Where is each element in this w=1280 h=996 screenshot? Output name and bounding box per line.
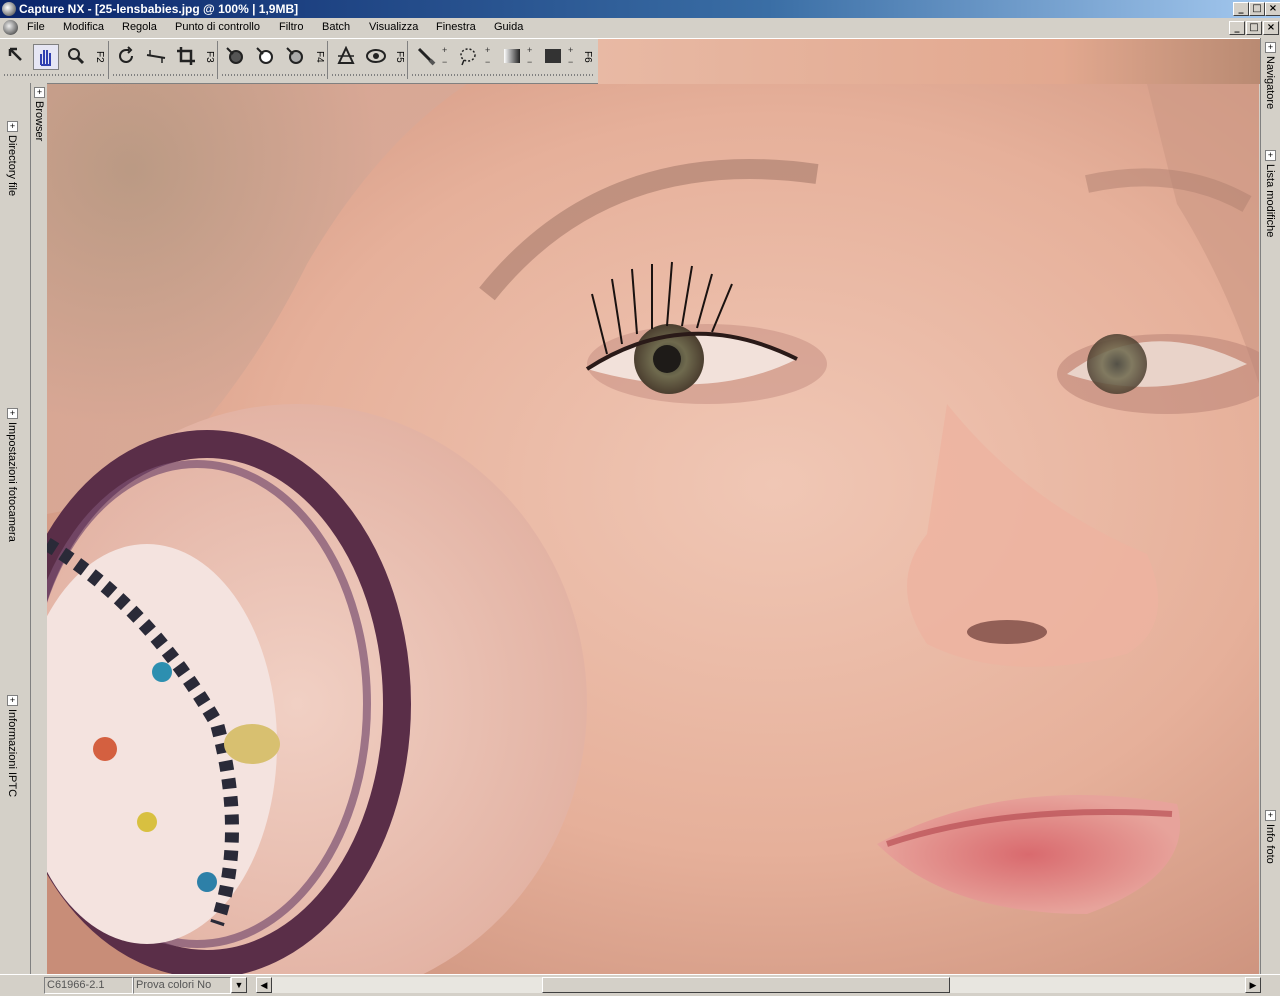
color-profile-field: C61966-2.1 [44,977,133,994]
zoom-icon[interactable] [64,44,88,68]
expand-icon[interactable]: + [7,408,18,419]
expand-icon[interactable]: + [7,121,18,132]
gradient-plus-icon[interactable]: + [527,45,532,55]
black-control-point-icon[interactable] [223,44,247,68]
red-eye-icon[interactable] [334,44,358,68]
tab-impostazioni-fotocamera[interactable]: Impostazioni fotocamera [6,422,18,542]
soft-proof-field: Prova colori No [133,977,231,994]
menu-filtro[interactable]: Filtro [279,21,303,33]
toolbar: F2 F3 F4 F5 + − + − + − + − F6 [0,39,599,84]
image-top-strip [598,39,1260,84]
toolbar-group-retouch: F5 [330,41,408,79]
image-canvas[interactable] [47,84,1259,974]
maximize-button[interactable]: □ [1249,2,1265,16]
app-icon[interactable] [2,2,16,16]
toolbar-group-geometry: F3 [111,41,218,79]
photo [47,84,1259,974]
status-bar: C61966-2.1 Prova colori No ▼ ◀ ▶ [0,974,1280,996]
toolbar-separator [412,74,594,76]
lasso-plus-icon[interactable]: + [485,45,490,55]
menu-punto-di-controllo[interactable]: Punto di controllo [175,21,260,33]
expand-icon[interactable]: + [34,87,45,98]
neutral-control-point-icon[interactable] [283,44,307,68]
soft-proof-dropdown-icon[interactable]: ▼ [231,977,247,993]
minimize-button[interactable]: _ [1233,2,1249,16]
menu-visualizza[interactable]: Visualizza [369,21,418,33]
browser-panel-bar: + Browser [31,83,48,975]
tab-informazioni-iptc[interactable]: Informazioni IPTC [6,709,18,797]
tab-lista-modifiche[interactable]: Lista modifiche [1264,164,1276,237]
doc-restore-button[interactable]: □ [1246,21,1262,35]
rotate-icon[interactable] [114,44,138,68]
close-button[interactable]: × [1265,2,1280,16]
menu-file[interactable]: File [27,21,45,33]
toolbar-separator [222,74,325,76]
expand-icon[interactable]: + [1265,150,1276,161]
expand-icon[interactable]: + [1265,42,1276,53]
toolbar-separator [113,74,215,76]
menu-finestra[interactable]: Finestra [436,21,476,33]
title-bar: Capture NX - [25-lensbabies.jpg @ 100% |… [0,0,1280,18]
menu-batch[interactable]: Batch [322,21,350,33]
horizontal-scrollbar[interactable]: ◀ ▶ [256,977,1261,993]
toolbar-separator [332,74,405,76]
scroll-right-icon[interactable]: ▶ [1245,977,1261,993]
menu-guida[interactable]: Guida [494,21,523,33]
scroll-left-icon[interactable]: ◀ [256,977,272,993]
crop-icon[interactable] [174,44,198,68]
toolbar-group-selection-brushes: + − + − + − + − F6 [410,41,596,79]
gradient-minus-icon[interactable]: − [527,57,532,67]
lasso-minus-icon[interactable]: − [485,57,490,67]
fill-icon[interactable] [541,44,565,68]
window-title: Capture NX - [25-lensbabies.jpg @ 100% |… [19,2,299,16]
fill-plus-icon[interactable]: + [568,45,573,55]
doc-close-button[interactable]: × [1263,21,1279,35]
toolbar-group-control-points: F4 [220,41,328,79]
lasso-icon[interactable] [456,44,480,68]
brush-plus-icon[interactable]: + [442,45,447,55]
menu-regola[interactable]: Regola [122,21,157,33]
tab-directory-file[interactable]: Directory file [6,135,18,196]
left-dock: + Directory file + Impostazioni fotocame… [0,83,31,975]
eye-icon[interactable] [364,44,388,68]
hand-icon[interactable] [33,44,59,70]
menu-bar: File Modifica Regola Punto di controllo … [0,18,1280,39]
white-control-point-icon[interactable] [253,44,277,68]
brush-icon[interactable] [414,44,438,68]
right-dock: + Navigatore + Lista modifiche + Info fo… [1260,38,1280,978]
brush-minus-icon[interactable]: − [442,57,447,67]
scroll-thumb[interactable] [542,977,950,993]
expand-icon[interactable]: + [1265,810,1276,821]
toolbar-group-selection: F2 [2,41,109,79]
doc-minimize-button[interactable]: _ [1229,21,1245,35]
toolbar-fkey-f2: F2 [94,51,105,63]
document-icon[interactable] [3,20,18,35]
tab-browser[interactable]: Browser [33,101,45,141]
toolbar-separator [4,74,106,76]
straighten-icon[interactable] [144,44,168,68]
gradient-icon[interactable] [500,44,524,68]
toolbar-fkey-f5: F5 [394,51,405,63]
direct-select-icon[interactable] [4,44,28,68]
tab-navigatore[interactable]: Navigatore [1264,56,1276,109]
expand-icon[interactable]: + [7,695,18,706]
tab-info-foto[interactable]: Info foto [1264,824,1276,864]
menu-modifica[interactable]: Modifica [63,21,104,33]
fill-minus-icon[interactable]: − [568,57,573,67]
toolbar-fkey-f6: F6 [582,51,593,63]
toolbar-fkey-f4: F4 [314,51,325,63]
toolbar-fkey-f3: F3 [204,51,215,63]
